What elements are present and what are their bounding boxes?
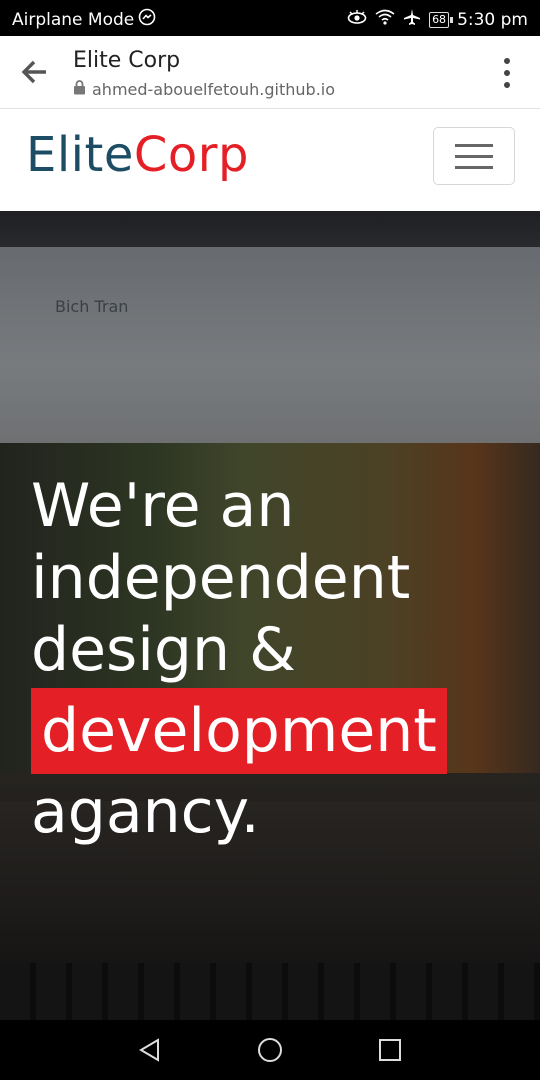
hamburger-line	[455, 165, 493, 169]
site-navbar: EliteCorp	[0, 109, 540, 211]
headline-line-2: independent	[31, 543, 411, 613]
carrier-label: Airplane Mode	[12, 9, 135, 30]
airplane-icon	[403, 8, 421, 31]
browser-toolbar: Elite Corp ahmed-abouelfetouh.github.io	[0, 36, 540, 109]
elite-corp-logo[interactable]: EliteCorp	[26, 127, 249, 183]
hamburger-line	[455, 154, 493, 158]
url-display[interactable]: ahmed-abouelfetouh.github.io	[73, 80, 335, 99]
messenger-icon	[138, 8, 156, 31]
recents-square-icon[interactable]	[377, 1037, 403, 1063]
hero-headline: We're an independent design & developmen…	[31, 470, 531, 848]
wifi-icon	[375, 9, 395, 30]
system-navigation-bar	[0, 1020, 540, 1080]
back-triangle-icon[interactable]	[137, 1037, 163, 1063]
logo-part-corp: Corp	[133, 127, 249, 183]
hero-section: Bich Tran We're an independent design & …	[0, 211, 540, 1020]
status-bar: Airplane Mode 68 5:30 pm	[0, 0, 540, 36]
home-circle-icon[interactable]	[257, 1037, 283, 1063]
eye-icon	[347, 9, 367, 30]
background-profile-name: Bich Tran	[55, 297, 129, 316]
headline-highlight: development	[31, 688, 447, 774]
headline-line-5: agancy.	[31, 777, 260, 847]
url-text: ahmed-abouelfetouh.github.io	[92, 80, 336, 99]
clock: 5:30 pm	[457, 9, 528, 30]
lock-icon	[73, 80, 86, 99]
hamburger-menu-button[interactable]	[433, 127, 515, 185]
battery-level: 68	[432, 12, 447, 26]
hamburger-line	[455, 143, 493, 147]
overflow-menu-icon[interactable]	[504, 58, 512, 88]
back-arrow-icon[interactable]	[20, 58, 50, 86]
battery-icon: 68	[429, 11, 454, 28]
logo-part-elite: Elite	[26, 127, 134, 183]
headline-line-3: design &	[31, 615, 296, 685]
headline-line-1: We're an	[31, 471, 295, 541]
page-title: Elite Corp	[73, 48, 181, 73]
